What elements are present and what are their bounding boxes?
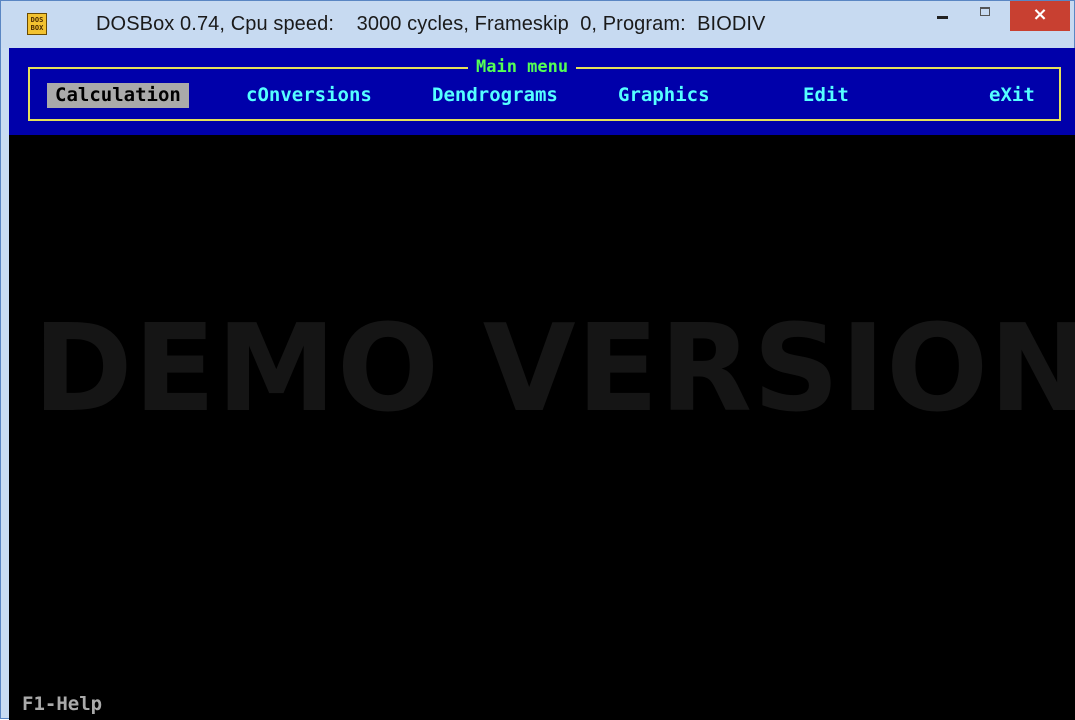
maximize-icon [980,7,990,16]
dosbox-window: DOS BOX DOSBox 0.74, Cpu speed: 3000 cyc… [0,0,1075,720]
close-icon: × [1032,4,1048,25]
dos-screen[interactable]: Main menu Calculation cOnversions Dendro… [9,48,1075,720]
title-bar[interactable]: DOS BOX DOSBox 0.74, Cpu speed: 3000 cyc… [1,1,1074,48]
demo-version-watermark: DEMO VERSION [33,300,1075,439]
close-button[interactable]: × [1010,1,1070,31]
dosbox-app-icon[interactable]: DOS BOX [27,13,47,35]
minimize-icon [937,16,948,19]
minimize-button[interactable] [927,1,957,32]
menu-item-calculation[interactable]: Calculation [47,83,189,108]
menu-item-graphics[interactable]: Graphics [618,83,710,108]
maximize-button[interactable] [971,1,1001,32]
window-title: DOSBox 0.74, Cpu speed: 3000 cycles, Fra… [96,13,766,35]
main-menu-title: Main menu [468,57,577,77]
help-hint: F1-Help [22,693,103,715]
menu-item-conversions[interactable]: cOnversions [246,83,372,108]
menu-item-dendrograms[interactable]: Dendrograms [432,83,558,108]
menu-item-edit[interactable]: Edit [803,83,849,108]
main-menu-panel: Main menu Calculation cOnversions Dendro… [9,48,1075,135]
menu-item-exit[interactable]: eXit [989,83,1035,108]
